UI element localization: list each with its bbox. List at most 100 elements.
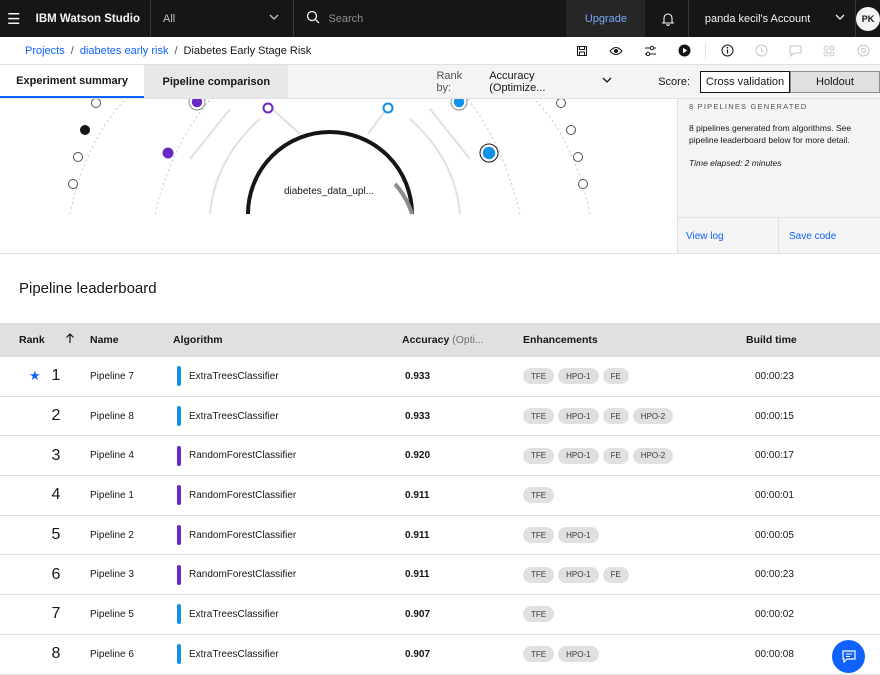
pipeline-visualization: diabetes_data_upl... bbox=[0, 99, 677, 254]
column-enhancements[interactable]: Enhancements bbox=[519, 334, 746, 346]
accuracy-value: 0.933 bbox=[405, 410, 431, 422]
enhancement-tag: TFE bbox=[523, 408, 555, 425]
search-icon bbox=[306, 10, 320, 27]
table-row[interactable]: 7 Pipeline 5 ExtraTreesClassifier 0.907 … bbox=[0, 595, 880, 635]
column-rank[interactable]: Rank bbox=[0, 333, 87, 347]
rank-by-value: Accuracy (Optimize... bbox=[489, 69, 546, 94]
breadcrumb-project[interactable]: diabetes early risk bbox=[80, 45, 169, 57]
enhancement-tag: TFE bbox=[523, 447, 555, 464]
pipeline-name[interactable]: Pipeline 7 bbox=[87, 371, 173, 382]
hamburger-menu-icon[interactable]: ☰ bbox=[0, 0, 28, 37]
pipelines-description: 8 pipelines generated from algorithms. S… bbox=[689, 123, 852, 145]
rank-by-dropdown[interactable]: Rank by: Accuracy (Optimize... bbox=[436, 65, 612, 98]
accuracy-value: 0.911 bbox=[405, 529, 430, 541]
enhancement-tag: TFE bbox=[523, 606, 555, 623]
build-time-value: 00:00:02 bbox=[755, 608, 794, 620]
breadcrumb-projects[interactable]: Projects bbox=[25, 45, 65, 57]
view-icon[interactable] bbox=[599, 37, 633, 65]
enhancement-tag: HPO-1 bbox=[558, 527, 599, 544]
avatar[interactable]: PK bbox=[856, 6, 880, 31]
tab-experiment-summary[interactable]: Experiment summary bbox=[0, 65, 145, 98]
build-time-value: 00:00:15 bbox=[755, 410, 794, 422]
view-log-link[interactable]: View log bbox=[678, 218, 778, 254]
enhancement-tag: FE bbox=[602, 368, 629, 385]
column-build-time[interactable]: Build time bbox=[746, 334, 880, 346]
pipeline-name[interactable]: Pipeline 6 bbox=[87, 649, 173, 660]
pipeline-name[interactable]: Pipeline 1 bbox=[87, 490, 173, 501]
rank-number: 7 bbox=[51, 605, 61, 623]
pipeline-name[interactable]: Pipeline 2 bbox=[87, 530, 173, 541]
build-time-value: 00:00:23 bbox=[755, 370, 794, 382]
scope-dropdown[interactable]: All bbox=[149, 0, 295, 37]
help-icon[interactable] bbox=[846, 37, 880, 65]
table-row[interactable]: 6 Pipeline 3 RandomForestClassifier 0.91… bbox=[0, 555, 880, 596]
sort-arrow-up-icon[interactable] bbox=[65, 333, 75, 347]
rank-number: 6 bbox=[51, 565, 61, 583]
run-icon[interactable] bbox=[667, 37, 701, 65]
table-row[interactable]: 2 Pipeline 8 ExtraTreesClassifier 0.933 … bbox=[0, 396, 880, 437]
enhancement-tag: FE bbox=[602, 566, 629, 583]
rank-number: 5 bbox=[51, 526, 61, 544]
pipeline-name[interactable]: Pipeline 4 bbox=[87, 450, 173, 461]
save-icon[interactable] bbox=[565, 37, 599, 65]
table-row[interactable]: 8 Pipeline 6 ExtraTreesClassifier 0.907 … bbox=[0, 634, 880, 675]
column-name[interactable]: Name bbox=[87, 334, 173, 346]
enhancement-tag: HPO-2 bbox=[632, 408, 674, 425]
scope-value: All bbox=[162, 12, 176, 25]
table-header: Rank Name Algorithm Accuracy (Opti... En… bbox=[0, 323, 880, 357]
rank-number: 3 bbox=[51, 446, 61, 464]
pipeline-name[interactable]: Pipeline 8 bbox=[87, 411, 173, 422]
algorithm-name: ExtraTreesClassifier bbox=[189, 370, 279, 382]
algorithm-name: RandomForestClassifier bbox=[189, 450, 297, 462]
build-time-value: 00:00:23 bbox=[755, 569, 794, 581]
score-label: Score: bbox=[658, 75, 691, 88]
enhancement-tag: HPO-2 bbox=[632, 447, 674, 464]
holdout-button[interactable]: Holdout bbox=[790, 70, 880, 93]
pipelines-generated-heading: 8 PIPELINES GENERATED bbox=[689, 102, 808, 111]
rank-by-label: Rank by: bbox=[436, 69, 463, 94]
brand-title[interactable]: IBM Watson Studio bbox=[28, 13, 150, 25]
apps-icon[interactable] bbox=[812, 37, 846, 65]
account-switcher[interactable]: panda kecil's Account bbox=[687, 0, 856, 37]
pipeline-name[interactable]: Pipeline 5 bbox=[87, 609, 173, 620]
accuracy-value: 0.920 bbox=[405, 450, 431, 462]
algorithm-color-bar bbox=[177, 445, 181, 466]
algorithm-color-bar bbox=[177, 564, 181, 585]
enhancement-tag: HPO-1 bbox=[558, 566, 599, 583]
rank-number: 2 bbox=[51, 407, 61, 425]
comment-icon[interactable] bbox=[778, 37, 812, 65]
table-row[interactable]: 5 Pipeline 2 RandomForestClassifier 0.91… bbox=[0, 515, 880, 556]
history-icon[interactable] bbox=[744, 37, 778, 65]
pipeline-name[interactable]: Pipeline 3 bbox=[87, 569, 173, 580]
algorithm-name: ExtraTreesClassifier bbox=[189, 410, 279, 422]
save-code-link[interactable]: Save code bbox=[778, 218, 880, 254]
enhancement-tag: HPO-1 bbox=[558, 408, 599, 425]
table-row[interactable]: 3 Pipeline 4 RandomForestClassifier 0.92… bbox=[0, 436, 880, 477]
search-input[interactable]: Search bbox=[294, 0, 566, 37]
column-accuracy[interactable]: Accuracy (Opti... bbox=[402, 334, 519, 346]
cross-validation-button[interactable]: Cross validation bbox=[700, 70, 791, 93]
settings-sliders-icon[interactable] bbox=[633, 37, 667, 65]
tab-pipeline-comparison[interactable]: Pipeline comparison bbox=[144, 65, 289, 98]
table-row[interactable]: ★ 1 Pipeline 7 ExtraTreesClassifier 0.933… bbox=[0, 357, 880, 397]
accuracy-value: 0.907 bbox=[405, 608, 431, 620]
accuracy-value: 0.911 bbox=[405, 489, 430, 501]
enhancement-tag: TFE bbox=[523, 646, 555, 663]
table-row[interactable]: 4 Pipeline 1 RandomForestClassifier 0.91… bbox=[0, 476, 880, 516]
algorithm-color-bar bbox=[177, 406, 181, 427]
notification-bell-icon[interactable] bbox=[648, 0, 687, 37]
upgrade-button[interactable]: Upgrade bbox=[566, 0, 646, 37]
algorithm-color-bar bbox=[177, 644, 181, 665]
enhancement-tag: TFE bbox=[523, 566, 555, 583]
chevron-down-icon bbox=[835, 12, 845, 25]
rank-number: 8 bbox=[51, 645, 61, 663]
star-icon: ★ bbox=[29, 368, 41, 384]
column-algorithm[interactable]: Algorithm bbox=[173, 334, 402, 346]
algorithm-color-bar bbox=[177, 366, 181, 387]
accuracy-value: 0.911 bbox=[405, 569, 430, 581]
enhancement-tag: HPO-1 bbox=[558, 447, 599, 464]
experiment-tabs-bar: Experiment summary Pipeline comparison R… bbox=[0, 65, 880, 99]
algorithm-color-bar bbox=[177, 525, 181, 546]
info-icon[interactable] bbox=[710, 37, 744, 65]
enhancement-tag: TFE bbox=[523, 527, 555, 544]
